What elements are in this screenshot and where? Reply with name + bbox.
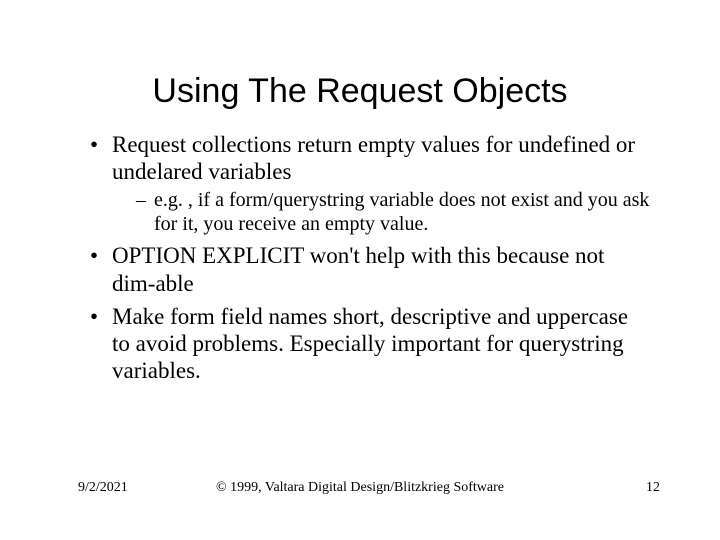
bullet-item: Make form field names short, descriptive… bbox=[90, 303, 650, 384]
bullet-list: Request collections return empty values … bbox=[90, 131, 650, 384]
bullet-item: Request collections return empty values … bbox=[90, 131, 650, 236]
bullet-text: OPTION EXPLICIT won't help with this bec… bbox=[112, 243, 604, 295]
slide-title: Using The Request Objects bbox=[0, 0, 720, 131]
slide-body: Request collections return empty values … bbox=[0, 131, 720, 384]
bullet-text: Make form field names short, descriptive… bbox=[112, 304, 628, 383]
sub-bullet-text: e.g. , if a form/querystring variable do… bbox=[154, 189, 649, 235]
bullet-item: OPTION EXPLICIT won't help with this bec… bbox=[90, 242, 650, 296]
footer-copyright: © 1999, Valtara Digital Design/Blitzkrie… bbox=[0, 480, 720, 497]
sub-bullet-list: e.g. , if a form/querystring variable do… bbox=[112, 189, 650, 236]
footer-page-number: 12 bbox=[646, 480, 660, 496]
bullet-text: Request collections return empty values … bbox=[112, 132, 635, 184]
slide: Using The Request Objects Request collec… bbox=[0, 0, 720, 540]
footer: 9/2/2021 © 1999, Valtara Digital Design/… bbox=[0, 480, 720, 520]
sub-bullet-item: e.g. , if a form/querystring variable do… bbox=[136, 189, 650, 236]
